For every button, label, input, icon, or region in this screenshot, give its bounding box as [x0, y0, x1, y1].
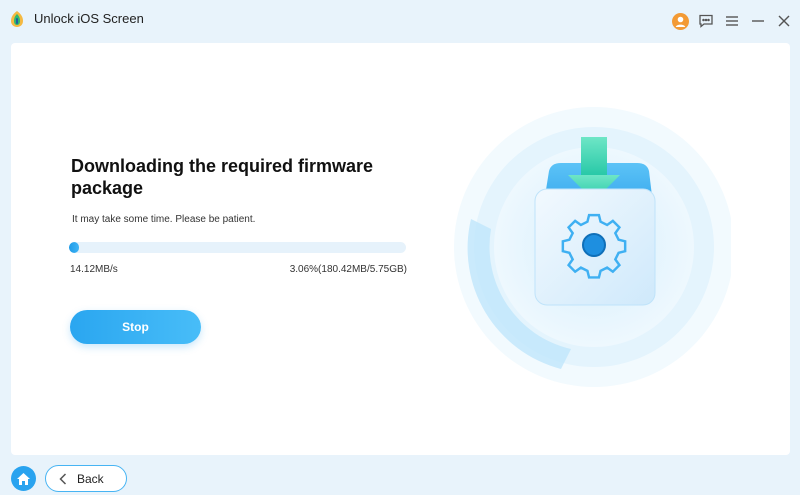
app-title: Unlock iOS Screen: [34, 11, 144, 26]
home-icon: [17, 472, 30, 485]
window-controls: [670, 11, 794, 31]
app-logo-icon: [11, 11, 23, 27]
feedback-icon[interactable]: [696, 11, 716, 31]
download-speed: 14.12MB/s: [70, 264, 118, 275]
menu-icon[interactable]: [722, 11, 742, 31]
user-icon[interactable]: [670, 11, 690, 31]
back-button-label: Back: [77, 471, 104, 486]
bottom-bar: Back: [0, 460, 800, 495]
chevron-left-icon: [59, 472, 67, 485]
main-panel: Downloading the required firmware packag…: [11, 43, 790, 455]
download-progress-bar: [69, 242, 406, 253]
page-title: Downloading the required firmware packag…: [71, 156, 374, 198]
back-button[interactable]: Back: [45, 465, 127, 492]
close-icon[interactable]: [774, 11, 794, 31]
minimize-icon[interactable]: [748, 11, 768, 31]
title-bar: Unlock iOS Screen: [0, 0, 800, 40]
patience-note: It may take some time. Please be patient…: [72, 214, 256, 225]
stop-button[interactable]: Stop: [70, 310, 201, 344]
firmware-download-gear-icon: [454, 107, 731, 387]
download-progress-text: 3.06%(180.42MB/5.75GB): [289, 264, 407, 275]
home-button[interactable]: [11, 466, 36, 491]
progress-fill: [69, 242, 80, 253]
